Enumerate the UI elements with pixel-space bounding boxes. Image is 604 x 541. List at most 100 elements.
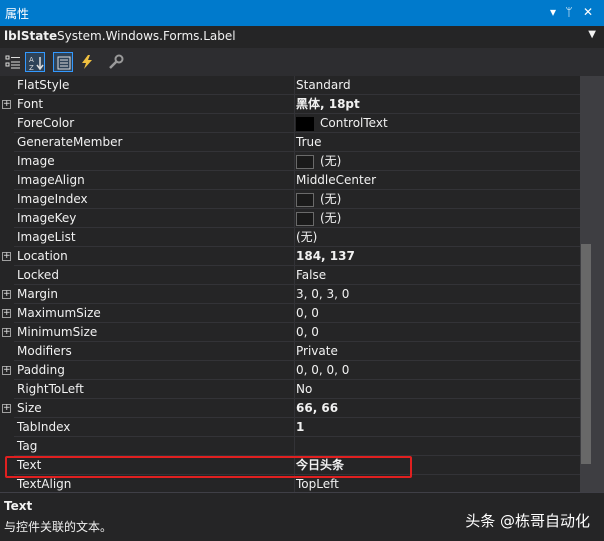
property-name[interactable]: ForeColor [14,114,295,133]
property-value[interactable]: 黑体, 18pt [292,95,580,114]
property-name[interactable]: ImageAlign [14,171,295,190]
property-name[interactable]: MaximumSize [14,304,295,323]
property-row[interactable]: TabIndex 1 [0,418,580,437]
text-property-highlight-box [5,456,412,478]
property-name[interactable]: Font [14,95,295,114]
property-value-text: (无) [320,211,342,225]
property-row[interactable]: + MinimumSize 0, 0 [0,323,580,342]
row-gutter [0,171,14,190]
property-value-text: 3, 0, 3, 0 [296,287,350,301]
property-name[interactable]: Locked [14,266,295,285]
properties-button[interactable] [53,52,73,72]
property-name[interactable]: GenerateMember [14,133,295,152]
row-gutter: + [0,304,14,323]
row-gutter [0,133,14,152]
property-value[interactable]: 66, 66 [292,399,580,418]
property-value[interactable]: (无) [292,152,580,171]
property-value[interactable]: 1 [292,418,580,437]
property-name[interactable]: ImageList [14,228,295,247]
expand-plus-icon[interactable]: + [2,252,11,261]
property-name[interactable]: MinimumSize [14,323,295,342]
property-row[interactable]: Modifiers Private [0,342,580,361]
object-type: System.Windows.Forms.Label [57,29,236,43]
property-value[interactable]: 0, 0 [292,323,580,342]
property-row[interactable]: + Margin 3, 0, 3, 0 [0,285,580,304]
property-value[interactable]: (无) [292,209,580,228]
property-value[interactable]: 0, 0 [292,304,580,323]
property-row[interactable]: ForeColor ControlText [0,114,580,133]
property-name[interactable]: Tag [14,437,295,456]
close-icon[interactable]: ✕ [580,4,596,20]
property-row[interactable]: RightToLeft No [0,380,580,399]
property-row[interactable]: ImageList (无) [0,228,580,247]
property-row[interactable]: + Padding 0, 0, 0, 0 [0,361,580,380]
property-name[interactable]: Padding [14,361,295,380]
events-button[interactable] [77,52,97,72]
row-gutter [0,266,14,285]
expand-plus-icon[interactable]: + [2,290,11,299]
property-name[interactable]: RightToLeft [14,380,295,399]
expand-plus-icon[interactable]: + [2,328,11,337]
property-value[interactable]: 3, 0, 3, 0 [292,285,580,304]
property-value[interactable] [292,437,580,456]
property-value[interactable]: No [292,380,580,399]
object-selector[interactable]: lblState System.Windows.Forms.Label ▼ [0,26,604,49]
property-value[interactable]: 0, 0, 0, 0 [292,361,580,380]
property-name[interactable]: FlatStyle [14,76,295,95]
property-value-text: Private [296,344,338,358]
property-name[interactable]: Location [14,247,295,266]
expand-plus-icon[interactable]: + [2,366,11,375]
property-value-text: No [296,382,313,396]
property-value-text: (无) [296,230,318,244]
property-row[interactable]: Image (无) [0,152,580,171]
property-row[interactable]: ImageIndex (无) [0,190,580,209]
property-name[interactable]: Size [14,399,295,418]
property-name[interactable]: Image [14,152,295,171]
auto-hide-pin-icon[interactable]: ᛘ [561,4,577,20]
property-value[interactable]: Private [292,342,580,361]
property-value[interactable]: 184, 137 [292,247,580,266]
property-pages-wrench-icon [109,54,124,69]
property-value[interactable]: False [292,266,580,285]
watermark: 头条 @栋哥自动化 [465,512,590,530]
property-name[interactable]: Modifiers [14,342,295,361]
property-name[interactable]: ImageIndex [14,190,295,209]
property-row[interactable]: Locked False [0,266,580,285]
scrollbar-thumb[interactable] [581,244,591,464]
property-name[interactable]: Margin [14,285,295,304]
description-text: 与控件关联的文本。 [4,520,113,534]
property-row[interactable]: FlatStyle Standard [0,76,580,95]
row-gutter [0,418,14,437]
property-name[interactable]: ImageKey [14,209,295,228]
property-row[interactable]: + MaximumSize 0, 0 [0,304,580,323]
expand-plus-icon[interactable]: + [2,309,11,318]
property-value-text: (无) [320,154,342,168]
property-value[interactable]: Standard [292,76,580,95]
property-row[interactable]: ImageAlign MiddleCenter [0,171,580,190]
property-row[interactable]: + Size 66, 66 [0,399,580,418]
vertical-scrollbar[interactable] [580,76,604,492]
property-value[interactable]: ControlText [292,114,580,133]
property-row[interactable]: + Font 黑体, 18pt [0,95,580,114]
property-value[interactable]: True [292,133,580,152]
chevron-down-icon[interactable]: ▼ [588,29,596,40]
expand-plus-icon[interactable]: + [2,100,11,109]
property-value[interactable]: (无) [292,228,580,247]
categorized-button[interactable] [3,52,23,72]
property-grid: FlatStyle Standard + Font 黑体, 18pt ForeColor C… [0,76,580,492]
property-name[interactable]: TabIndex [14,418,295,437]
property-row[interactable]: ImageKey (无) [0,209,580,228]
property-row[interactable]: GenerateMember True [0,133,580,152]
row-gutter [0,342,14,361]
expand-plus-icon[interactable]: + [2,404,11,413]
alphabetical-button[interactable]: A Z [25,52,45,72]
row-gutter [0,209,14,228]
properties-icon [57,56,71,70]
property-row[interactable]: Tag [0,437,580,456]
window-position-dropdown-icon[interactable]: ▾ [545,4,561,20]
property-row[interactable]: + Location 184, 137 [0,247,580,266]
property-value[interactable]: (无) [292,190,580,209]
property-value[interactable]: MiddleCenter [292,171,580,190]
events-lightning-icon [82,55,92,69]
property-pages-button[interactable] [106,52,126,72]
